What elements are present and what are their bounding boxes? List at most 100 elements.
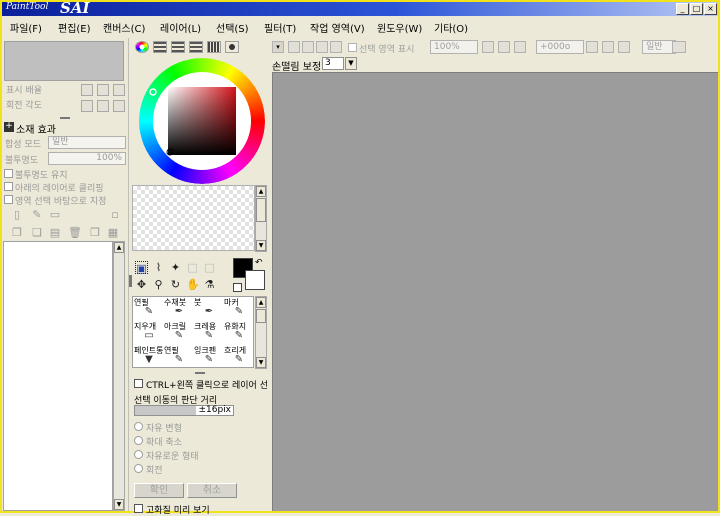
swatch-mode-button[interactable] [207, 41, 221, 53]
brush-grid-scrollbar[interactable]: ▲ ▼ [255, 296, 267, 369]
rotate-reset-button[interactable] [113, 100, 125, 112]
mixer-mode-button[interactable] [189, 41, 203, 53]
brush-pencil-2[interactable]: 연필 ✎ [164, 346, 194, 367]
cancel-button[interactable]: 취소 [187, 483, 237, 498]
brush-bucket[interactable]: 페인트통 ▼ [134, 346, 164, 367]
rotation-field[interactable]: +000o [536, 40, 584, 54]
menu-filter[interactable]: 필터(T) [264, 20, 296, 35]
brush-blur[interactable]: 흐리게 ✎ [224, 346, 253, 367]
scratch-pad-scrollbar[interactable]: ▲ ▼ [255, 185, 267, 252]
merge-down-icon[interactable]: ❏ [30, 226, 44, 240]
panel-splitter[interactable] [60, 117, 70, 119]
minimize-button[interactable]: _ [676, 3, 689, 15]
free-transform-radio[interactable] [134, 422, 143, 431]
rotate-ccw-icon[interactable] [586, 41, 598, 53]
clear-layer-icon[interactable]: ▤ [48, 226, 62, 240]
new-folder-icon[interactable]: ▭ [48, 208, 62, 222]
brush-oil[interactable]: 유화지 ✎ [224, 322, 253, 346]
blend-display-field[interactable]: 일반 [642, 40, 676, 54]
scroll-down-arrow[interactable]: ▼ [256, 357, 266, 368]
color-wheel[interactable] [139, 58, 265, 184]
scratchpad-mode-button[interactable] [225, 41, 239, 53]
rect-select-icon[interactable]: ▣ [135, 261, 148, 275]
rotate-icon[interactable]: ↻ [169, 278, 182, 291]
copy-layer-icon[interactable]: ❐ [10, 226, 24, 240]
merge-visible-icon[interactable]: ❒ [88, 226, 102, 240]
eyedropper-icon[interactable]: ⚗ [203, 278, 216, 291]
rotate-left-button[interactable] [81, 100, 93, 112]
title-bar[interactable]: PaintTool SAI _ □ × [2, 0, 718, 17]
flatten-icon[interactable]: ▦ [106, 226, 120, 240]
menu-file[interactable]: 파일(F) [10, 20, 42, 35]
magic-wand-icon[interactable]: ✦ [169, 261, 182, 274]
zoom-in-toolbar-icon[interactable] [498, 41, 510, 53]
selection-source-checkbox[interactable] [4, 195, 13, 204]
brush-marker[interactable]: 마커 ✎ [224, 298, 253, 322]
clipping-checkbox[interactable] [4, 182, 13, 191]
rotate-cw-icon[interactable] [602, 41, 614, 53]
menu-layer[interactable]: 레이어(L) [160, 20, 201, 35]
delete-layer-icon[interactable]: 🗑 [68, 226, 82, 240]
zoom-out-toolbar-icon[interactable] [482, 41, 494, 53]
expand-icon[interactable]: + [4, 122, 14, 132]
undo-icon[interactable] [288, 41, 300, 53]
layer-option-icon[interactable]: ▫ [108, 208, 122, 222]
hue-ring[interactable] [139, 58, 265, 184]
selection-visible-checkbox[interactable] [348, 43, 357, 52]
scratch-pad[interactable] [132, 185, 255, 251]
rgb-slider-mode-button[interactable] [153, 41, 167, 53]
brush-ink-pen[interactable]: 잉크펜 ✎ [194, 346, 224, 367]
navigator-preview[interactable] [4, 41, 124, 81]
brush-brush[interactable]: 붓 ✒ [194, 298, 224, 322]
select-distance-slider[interactable]: ±16pix [134, 405, 234, 416]
zoom-out-button[interactable] [81, 84, 93, 96]
layer-list[interactable] [3, 241, 113, 511]
scroll-up-arrow[interactable]: ▲ [114, 242, 124, 253]
free-form-radio[interactable] [134, 450, 143, 459]
zoom-in-button[interactable] [97, 84, 109, 96]
reset-colors-icon[interactable] [233, 283, 242, 292]
deselect-icon[interactable] [316, 41, 328, 53]
scroll-up-arrow[interactable]: ▲ [256, 186, 266, 197]
hq-preview-checkbox[interactable] [134, 504, 143, 513]
panel-splitter[interactable] [195, 372, 205, 374]
stabilizer-select[interactable]: 3 [322, 57, 344, 70]
zoom-icon[interactable]: ⚲ [152, 278, 165, 291]
panel-splitter[interactable] [129, 275, 132, 287]
brush-pencil[interactable]: 연필 ✎ [134, 298, 164, 322]
menu-selection[interactable]: 선택(S) [216, 20, 249, 35]
brush-watercolor[interactable]: 수채붓 ✒ [164, 298, 194, 322]
scroll-thumb[interactable] [256, 198, 266, 222]
zoom-field[interactable]: 100% [430, 40, 478, 54]
zoom-fit-icon[interactable] [514, 41, 526, 53]
brush-acrylic[interactable]: 아크릴 ✎ [164, 322, 194, 346]
scroll-thumb[interactable] [256, 309, 266, 323]
hand-icon[interactable]: ✋ [186, 278, 200, 291]
scroll-up-arrow[interactable]: ▲ [256, 297, 266, 308]
scroll-down-arrow[interactable]: ▼ [114, 499, 124, 510]
invert-selection-icon[interactable] [330, 41, 342, 53]
toolbar-menu-icon[interactable]: ▾ [272, 41, 284, 53]
ok-button[interactable]: 확인 [134, 483, 184, 498]
menu-workspace[interactable]: 작업 영역(V) [310, 20, 365, 35]
rotate-right-button[interactable] [97, 100, 109, 112]
close-button[interactable]: × [704, 3, 717, 15]
ctrl-click-select-checkbox[interactable] [134, 379, 143, 388]
maximize-button[interactable]: □ [690, 3, 703, 15]
menu-window[interactable]: 윈도우(W) [377, 20, 422, 35]
menu-canvas[interactable]: 캔버스(C) [103, 20, 145, 35]
redo-icon[interactable] [302, 41, 314, 53]
canvas-area[interactable] [272, 72, 718, 511]
zoom-reset-button[interactable] [113, 84, 125, 96]
blend-mode-select[interactable]: 일반 [48, 136, 126, 149]
opacity-slider[interactable]: 100% [48, 152, 126, 165]
scale-radio[interactable] [134, 436, 143, 445]
layer-list-scrollbar[interactable]: ▲ ▼ [113, 241, 125, 511]
scroll-down-arrow[interactable]: ▼ [256, 240, 266, 251]
rotate-radio[interactable] [134, 464, 143, 473]
flip-icon[interactable] [672, 41, 686, 53]
stabilizer-dropdown-icon[interactable]: ▼ [345, 57, 357, 70]
color-wheel-mode-button[interactable] [135, 41, 149, 53]
secondary-color-swatch[interactable] [245, 270, 265, 290]
new-linework-layer-icon[interactable]: ✎ [30, 208, 44, 222]
